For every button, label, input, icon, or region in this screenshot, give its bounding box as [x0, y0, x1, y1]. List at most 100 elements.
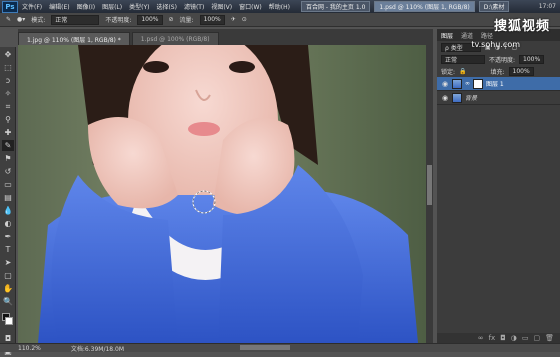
hand-tool-icon[interactable]: ✋	[2, 283, 14, 294]
opacity-field[interactable]: 100%	[137, 14, 163, 25]
brush-preset-icon[interactable]: ●▾	[17, 16, 25, 23]
layer-row[interactable]: ◉ 背景	[437, 91, 560, 105]
layer-opacity-value: 100%	[523, 55, 541, 63]
photoshop-logo[interactable]: Ps	[2, 0, 18, 13]
opacity-value: 100%	[141, 16, 159, 23]
lock-icon[interactable]: 🔒	[459, 68, 466, 75]
brush-tool-icon[interactable]: ✎	[2, 140, 14, 151]
menu-select[interactable]: 选择(S)	[156, 2, 177, 11]
layer-thumbnail	[452, 78, 462, 89]
quick-select-tool-icon[interactable]: ✧	[2, 88, 14, 99]
group-icon[interactable]: ▭	[522, 334, 529, 342]
menu-view[interactable]: 视图(V)	[211, 2, 232, 11]
move-tool-icon[interactable]: ✥	[2, 49, 14, 60]
layers-panel: 图层 通道 路径 ρ 类型 ▣ ◑ T ▢ 正常 不透明度: 100% 锁定: …	[437, 29, 560, 343]
mode-label: 模式:	[31, 17, 46, 24]
fill-value: 100%	[512, 67, 530, 75]
doc-tab-label: 1.psd @ 100% (RGB/8)	[140, 35, 210, 43]
doc-tab-label: 1.jpg @ 110% (图层 1, RGB/8) *	[27, 36, 121, 44]
blend-mode-select[interactable]: 正常	[441, 54, 485, 64]
opacity-label: 不透明度:	[105, 17, 132, 24]
zoom-tool-icon[interactable]: 🔍	[2, 296, 14, 307]
photo	[18, 45, 426, 343]
options-bar: ✎ ●▾ 模式: 正常 不透明度: 100% ⊘ 流量: 100% ✈ ⊙	[0, 13, 560, 27]
path-select-tool-icon[interactable]: ➤	[2, 257, 14, 268]
crop-tool-icon[interactable]: ⌗	[2, 101, 14, 112]
pressure-opacity-icon[interactable]: ⊘	[169, 16, 174, 23]
adjustment-icon[interactable]: ◑	[511, 334, 517, 342]
fx-icon[interactable]: fx	[489, 334, 496, 342]
shape-tool-icon[interactable]: ▢	[2, 270, 14, 281]
marquee-tool-icon[interactable]: ⬚	[2, 62, 14, 73]
menu-filter[interactable]: 滤镜(T)	[184, 2, 204, 11]
doc-tab-active[interactable]: 1.jpg @ 110% (图层 1, RGB/8) *	[18, 32, 130, 45]
clone-stamp-tool-icon[interactable]: ⚑	[2, 153, 14, 164]
layer-row[interactable]: ◉ ∞ 图层 1	[437, 77, 560, 91]
task-button-photoshop[interactable]: 1.psd @ 110% (图层 1, RGB/8)	[374, 1, 475, 12]
pen-tool-icon[interactable]: ✒	[2, 231, 14, 242]
sohu-watermark-url: tv.sohu.com	[471, 40, 520, 49]
background-color-swatch[interactable]	[5, 317, 13, 325]
chain-icon[interactable]: ∞	[465, 80, 470, 87]
menu-layer[interactable]: 图层(L)	[102, 2, 122, 11]
new-layer-icon[interactable]: ▢	[533, 334, 540, 342]
history-brush-tool-icon[interactable]: ↺	[2, 166, 14, 177]
eraser-tool-icon[interactable]: ▭	[2, 179, 14, 190]
flow-value: 100%	[203, 16, 221, 23]
link-icon[interactable]: ∞	[478, 334, 484, 342]
add-mask-icon[interactable]: ◘	[500, 334, 506, 342]
airbrush-icon[interactable]: ✈	[231, 16, 236, 23]
tab-paths[interactable]: 路径	[481, 31, 493, 40]
eyedropper-tool-icon[interactable]: ⚲	[2, 114, 14, 125]
task-button-folder[interactable]: D:\素材	[478, 1, 510, 12]
tab-layers[interactable]: 图层	[441, 31, 453, 40]
tab-channels[interactable]: 通道	[461, 31, 473, 40]
pressure-size-icon[interactable]: ⊙	[242, 16, 247, 23]
task-button-browser[interactable]: 百合网 - 我的主页 1.0	[300, 1, 371, 12]
kind-value: ρ 类型	[445, 44, 463, 52]
eye-icon[interactable]: ◉	[441, 80, 449, 88]
layer-opacity-field[interactable]: 100%	[519, 54, 545, 64]
vertical-scrollbar[interactable]	[426, 45, 433, 343]
layer-name: 背景	[465, 95, 478, 102]
panel-footer: ∞ fx ◘ ◑ ▭ ▢ 🗑	[437, 333, 560, 343]
flow-field[interactable]: 100%	[199, 14, 225, 25]
document-area: 1.jpg @ 110% (图层 1, RGB/8) * 1.psd @ 100…	[18, 29, 433, 343]
color-swatches[interactable]	[0, 313, 15, 331]
fill-field[interactable]: 100%	[508, 66, 534, 76]
layer-name: 图层 1	[486, 81, 504, 88]
doc-tab[interactable]: 1.psd @ 100% (RGB/8)	[131, 32, 219, 45]
menu-file[interactable]: 文件(F)	[22, 2, 42, 11]
gradient-tool-icon[interactable]: ▤	[2, 192, 14, 203]
menu-type[interactable]: 类型(Y)	[129, 2, 149, 11]
mode-select[interactable]: 正常	[51, 14, 100, 25]
type-tool-icon[interactable]: T	[2, 244, 14, 255]
clock: 17:07	[538, 3, 556, 10]
blend-row: 正常 不透明度: 100%	[437, 53, 560, 65]
eye-icon[interactable]: ◉	[441, 94, 449, 102]
layer-mask-thumbnail[interactable]	[473, 78, 483, 89]
blur-tool-icon[interactable]: 💧	[2, 205, 14, 216]
sohu-watermark-logo: 搜狐视频	[493, 19, 550, 34]
brush-tool-icon[interactable]: ✎	[6, 16, 11, 23]
task-label: 百合网 - 我的主页 1.0	[305, 4, 366, 11]
healing-tool-icon[interactable]: ✚	[2, 127, 14, 138]
zoom-level[interactable]: 110.2%	[18, 345, 41, 352]
blend-mode-value: 正常	[445, 56, 458, 64]
image-canvas[interactable]	[18, 45, 426, 343]
trash-icon[interactable]: 🗑	[545, 334, 554, 342]
menu-window[interactable]: 窗口(W)	[239, 2, 262, 11]
menu-help[interactable]: 帮助(H)	[269, 2, 290, 11]
lasso-tool-icon[interactable]: ↄ	[2, 75, 14, 86]
dodge-tool-icon[interactable]: ◐	[2, 218, 14, 229]
horizontal-scroll-thumb[interactable]	[240, 345, 290, 350]
menu-image[interactable]: 图像(I)	[77, 2, 95, 11]
mode-value: 正常	[55, 17, 68, 24]
task-label: 1.psd @ 110% (图层 1, RGB/8)	[379, 4, 470, 11]
menu-edit[interactable]: 编辑(E)	[49, 2, 69, 11]
task-label: D:\素材	[483, 4, 505, 11]
flow-label: 流量:	[179, 17, 194, 24]
scroll-thumb[interactable]	[427, 165, 432, 205]
system-tray: 17:07	[539, 0, 556, 13]
layer-thumbnail	[452, 92, 462, 103]
